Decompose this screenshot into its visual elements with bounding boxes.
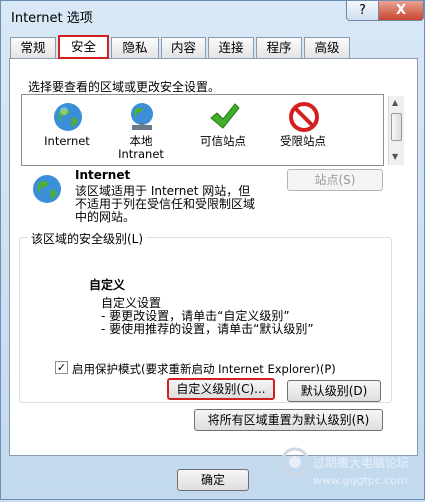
zone-restricted-sites[interactable]: 受限站点 xyxy=(266,95,340,165)
restricted-icon xyxy=(289,102,319,132)
sites-button[interactable]: 站点(S) xyxy=(287,169,383,191)
selected-zone-title: Internet xyxy=(75,168,131,182)
select-zone-label: 选择要查看的区域或更改安全设置。 xyxy=(28,80,221,94)
tab-general[interactable]: 常规 xyxy=(10,37,56,58)
scrollbar-thumb[interactable] xyxy=(391,113,402,141)
zone-trusted-sites[interactable]: 可信站点 xyxy=(186,95,260,165)
ok-button[interactable]: 确定 xyxy=(177,469,249,491)
custom-level-button[interactable]: 自定义级别(C)... xyxy=(167,378,275,400)
help-button[interactable]: ? xyxy=(346,1,379,21)
zone-list-scrollbar[interactable]: ▲ ▼ xyxy=(388,96,404,165)
checkmark-icon xyxy=(210,103,240,129)
security-level-line: - 要使用推荐的设置，请单击“默认级别” xyxy=(101,322,314,336)
tab-security[interactable]: 安全 xyxy=(58,35,109,59)
globe-icon xyxy=(54,103,82,131)
zone-name: 可信站点 xyxy=(200,134,246,148)
svg-text:过期撒大电脑论坛: 过期撒大电脑论坛 xyxy=(313,455,409,470)
scroll-down-icon[interactable]: ▼ xyxy=(392,152,398,161)
protected-mode-checkbox[interactable]: ✓ xyxy=(55,361,68,374)
default-level-button[interactable]: 默认级别(D) xyxy=(287,380,381,402)
security-level-name: 自定义 xyxy=(89,278,126,292)
svg-text:www.gqgtpc.com: www.gqgtpc.com xyxy=(313,474,408,487)
scroll-up-icon[interactable]: ▲ xyxy=(392,98,398,107)
protected-mode-label: 启用保护模式(要求重新启动 Internet Explorer)(P) xyxy=(72,362,336,376)
security-level-group-title: 该区域的安全级别(L) xyxy=(28,230,147,247)
selected-zone-description: 该区域适用于 Internet 网站，但 不适用于列在受信任和受限制区域 中的网… xyxy=(75,184,256,224)
zone-internet[interactable]: Internet xyxy=(30,95,104,165)
watermark-logo: 过期撒大电脑论坛 www.gqgtpc.com xyxy=(279,444,419,499)
reset-all-zones-button[interactable]: 将所有区域重置为默认级别(R) xyxy=(194,409,383,431)
zone-name: Internet xyxy=(44,134,90,148)
selected-zone-globe-icon xyxy=(33,175,61,203)
tab-advanced[interactable]: 高级 xyxy=(304,37,350,58)
tab-programs[interactable]: 程序 xyxy=(256,37,302,58)
tab-content[interactable]: 内容 xyxy=(161,37,206,58)
window-title: Internet 选项 xyxy=(11,11,93,26)
internet-options-dialog: Internet 选项 ? X 常规 安全 隐私 内容 连接 程序 高级 选择要… xyxy=(0,0,425,500)
zone-name: 本地 Intranet xyxy=(118,134,164,161)
intranet-globe-icon xyxy=(131,103,153,130)
title-bar: Internet 选项 ? X xyxy=(1,1,424,31)
zone-local-intranet[interactable]: 本地 Intranet xyxy=(104,95,178,165)
tab-connections[interactable]: 连接 xyxy=(208,37,254,58)
close-button[interactable]: X xyxy=(378,1,424,21)
zone-list: Internet 本地 Intranet 可信站点 受限站点 ▲ ▼ xyxy=(21,94,404,166)
tab-privacy[interactable]: 隐私 xyxy=(111,37,159,58)
zone-name: 受限站点 xyxy=(280,134,326,148)
